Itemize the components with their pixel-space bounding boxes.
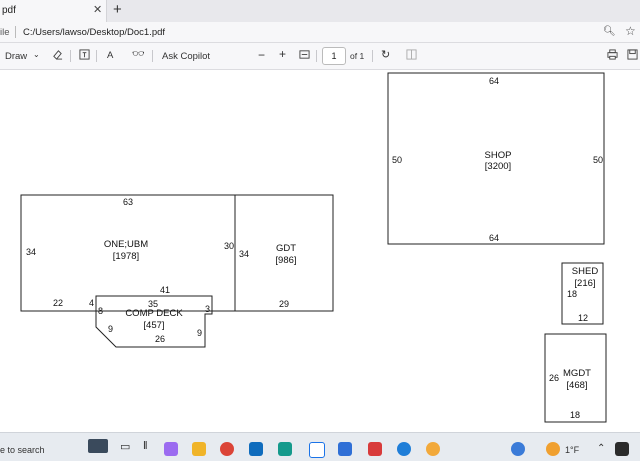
area-size-label: [986] bbox=[275, 255, 297, 266]
dimension-label: 63 bbox=[123, 197, 134, 207]
dimension-label: 50 bbox=[593, 155, 604, 165]
area-name-label: MGDT bbox=[563, 368, 591, 379]
toolbar-divider bbox=[152, 50, 153, 62]
print-icon[interactable] bbox=[607, 49, 618, 63]
translate-icon[interactable]: 👓︎ bbox=[132, 49, 145, 60]
dimension-label: 34 bbox=[239, 249, 250, 259]
dimension-label: 18 bbox=[567, 289, 578, 299]
weather-temp[interactable]: 1°F bbox=[565, 445, 579, 455]
dimension-label: 64 bbox=[489, 76, 500, 86]
favorite-star-icon[interactable]: ☆ bbox=[625, 24, 636, 38]
area-size-label: [1978] bbox=[112, 251, 140, 262]
outlook-icon[interactable] bbox=[249, 442, 263, 456]
fit-page-icon[interactable] bbox=[299, 49, 310, 63]
area-name-label: GDT bbox=[275, 243, 297, 254]
dimension-label: 41 bbox=[160, 285, 171, 295]
dimension-label: 30 bbox=[224, 241, 235, 251]
ask-copilot-button[interactable]: Ask Copilot bbox=[162, 51, 210, 62]
dimension-label: 8 bbox=[98, 306, 104, 316]
browser-app-icon[interactable] bbox=[426, 442, 440, 456]
file-explorer-icon[interactable] bbox=[192, 442, 206, 456]
task-view-icon[interactable]: ▭ bbox=[120, 440, 134, 454]
chrome-icon[interactable] bbox=[220, 442, 234, 456]
dimension-label: 4 bbox=[89, 298, 95, 308]
page-total: of 1 bbox=[350, 51, 365, 61]
toolbar-divider bbox=[372, 50, 373, 62]
pdf-page: 64 SHOP [3200] 50 50 64 63 ONE;UBM [1978… bbox=[0, 70, 640, 427]
pdf-toolbar: Draw ⌄ A 👓︎ Ask Copilot − + 1 of 1 ↻ bbox=[0, 43, 640, 70]
address-scheme-label: ile bbox=[0, 27, 10, 38]
text-box-icon[interactable] bbox=[79, 49, 90, 63]
address-bar[interactable]: ile C:/Users/lawso/Desktop/Doc1.pdf 🔍︎ ☆ bbox=[0, 22, 640, 43]
area-name-label: COMP DECK bbox=[125, 308, 183, 319]
search-illustration-icon[interactable] bbox=[88, 439, 108, 453]
close-tab-icon[interactable]: ✕ bbox=[93, 3, 102, 16]
zoom-icon[interactable]: 🔍︎ bbox=[603, 26, 616, 37]
toolbar-divider bbox=[316, 50, 317, 62]
tray-app-icon[interactable] bbox=[615, 442, 629, 456]
dimension-label: 26 bbox=[549, 373, 560, 383]
area-size-label: [216] bbox=[574, 278, 596, 289]
edge-icon[interactable] bbox=[397, 442, 411, 456]
save-icon[interactable] bbox=[627, 49, 638, 63]
eraser-icon[interactable] bbox=[52, 49, 63, 63]
toolbar-divider bbox=[70, 50, 71, 62]
area-name-label: SHED bbox=[571, 266, 599, 277]
toolbar-divider bbox=[96, 50, 97, 62]
address-divider bbox=[15, 26, 16, 38]
dimension-label: 26 bbox=[155, 334, 166, 344]
tray-chevron-icon[interactable]: ⌃ bbox=[597, 443, 605, 454]
rotate-icon[interactable]: ↻ bbox=[381, 48, 390, 61]
zoom-out-button[interactable]: − bbox=[258, 48, 265, 62]
tab-title: pdf bbox=[2, 5, 16, 16]
app-icon[interactable] bbox=[368, 442, 382, 456]
address-url[interactable]: C:/Users/lawso/Desktop/Doc1.pdf bbox=[23, 27, 165, 38]
help-icon[interactable] bbox=[511, 442, 525, 456]
dimension-label: 22 bbox=[53, 298, 64, 308]
copilot-icon[interactable] bbox=[164, 442, 178, 456]
new-tab-button[interactable]: + bbox=[113, 1, 122, 18]
dimension-label: 34 bbox=[26, 247, 37, 257]
area-name-label: SHOP bbox=[484, 150, 512, 161]
dropbox-icon[interactable] bbox=[309, 442, 325, 458]
area-size-label: [457] bbox=[143, 320, 165, 331]
read-aloud-icon[interactable]: A bbox=[107, 50, 113, 61]
tab-bar: pdf ✕ + bbox=[0, 0, 640, 22]
dimension-label: 3 bbox=[205, 304, 211, 314]
dimension-label: 29 bbox=[279, 299, 290, 309]
dimension-label: 12 bbox=[578, 313, 589, 323]
area-size-label: [3200] bbox=[484, 161, 512, 172]
store-icon[interactable] bbox=[338, 442, 352, 456]
taskbar: e to search ▭ ‖ 1°F ⌃ bbox=[0, 432, 640, 461]
dimension-label: 9 bbox=[197, 328, 203, 338]
dimension-label: 64 bbox=[489, 233, 500, 243]
draw-button[interactable]: Draw bbox=[5, 51, 27, 62]
chevron-down-icon[interactable]: ⌄ bbox=[33, 50, 40, 59]
teams-icon[interactable] bbox=[278, 442, 292, 456]
dimension-label: 18 bbox=[570, 410, 581, 420]
dimension-label: 50 bbox=[392, 155, 403, 165]
weather-icon[interactable] bbox=[546, 442, 560, 456]
area-name-label: ONE;UBM bbox=[103, 239, 149, 250]
page-view-icon[interactable] bbox=[406, 49, 417, 63]
zoom-in-button[interactable]: + bbox=[279, 47, 286, 61]
tab-doc1-pdf[interactable]: pdf ✕ bbox=[0, 0, 107, 22]
widgets-icon[interactable]: ‖ bbox=[143, 440, 157, 454]
dimension-label: 9 bbox=[108, 324, 114, 334]
page-number-input[interactable]: 1 bbox=[322, 47, 346, 65]
area-size-label: [468] bbox=[566, 380, 588, 391]
taskbar-search[interactable]: e to search bbox=[0, 445, 45, 455]
